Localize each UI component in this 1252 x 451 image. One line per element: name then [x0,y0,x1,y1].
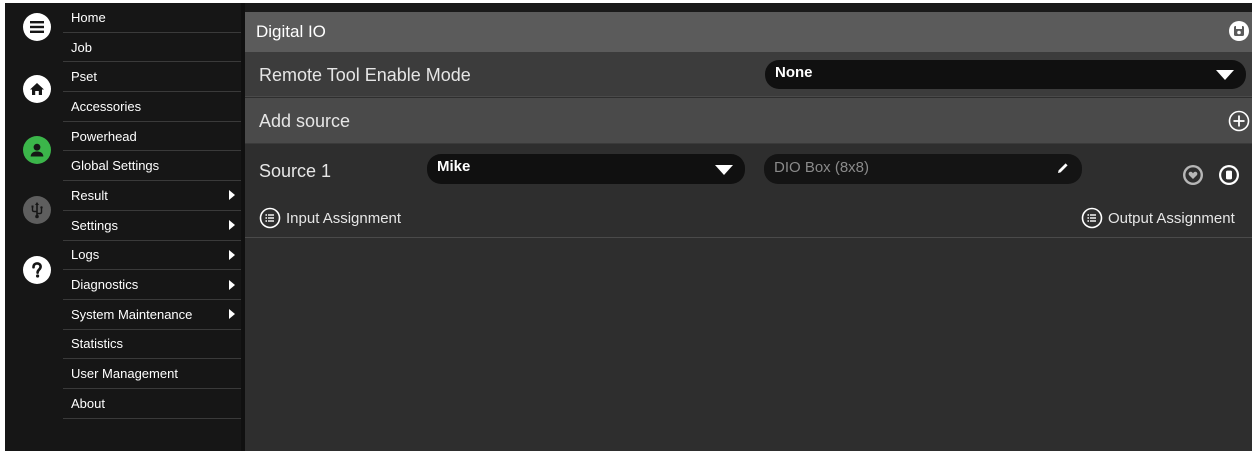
add-source-label: Add source [259,111,351,131]
source-label: Source 1 [259,161,332,181]
sidebar-item-label: Settings [71,217,118,233]
sidebar-item-user-management[interactable]: User Management [63,359,241,389]
sidebar-item-label: User Management [71,366,178,382]
sidebar-item-home[interactable]: Home [63,3,241,33]
sidebar-item-label: About [71,395,105,411]
sidebar-item-system-maintenance[interactable]: System Maintenance [63,300,241,330]
sidebar-menu: Home Job Pset Accessories Powerhead Glob… [63,3,241,451]
pencil-icon[interactable] [1056,161,1070,180]
source-name-select[interactable]: Mike [427,154,745,184]
remote-tool-label: Remote Tool Enable Mode [259,65,471,85]
source-row: Source 1 Mike DIO Box (8x8) [245,145,1252,193]
input-assignment-label: Input Assignment [286,209,402,227]
input-assignment-link[interactable]: Input Assignment [259,207,401,229]
sidebar-item-about[interactable]: About [63,389,241,419]
sidebar-item-logs[interactable]: Logs [63,241,241,271]
add-source-row[interactable]: Add source [245,98,1252,144]
remote-tool-row: Remote Tool Enable Mode None [245,52,1252,97]
sidebar-item-accessories[interactable]: Accessories [63,92,241,122]
sidebar-item-label: Pset [71,69,98,85]
sidebar-item-label: Accessories [71,98,142,114]
sidebar-item-label: Diagnostics [71,277,139,293]
menu-icon[interactable] [23,13,51,41]
output-assignment-link[interactable]: Output Assignment [1081,207,1235,229]
chevron-down-icon [1216,70,1234,80]
sidebar-item-label: Job [71,39,92,55]
top-band [245,3,1252,12]
chevron-down-icon [715,165,733,175]
sidebar-item-label: System Maintenance [71,306,193,322]
sidebar-item-pset[interactable]: Pset [63,62,241,93]
sidebar-item-label: Home [71,9,106,25]
source-device-field[interactable]: DIO Box (8x8) [764,154,1082,184]
main-panel: Digital IO Remote Tool Enable Mode None … [245,3,1252,451]
sidebar-item-settings[interactable]: Settings [63,211,241,241]
submenu-arrow-icon [229,249,235,260]
save-icon[interactable] [1228,20,1250,42]
page-title: Digital IO [256,22,326,41]
sidebar-item-job[interactable]: Job [63,33,241,63]
sidebar-item-result[interactable]: Result [63,181,241,211]
assignment-row: Input Assignment Output Assignment [245,198,1252,238]
sidebar-item-label: Powerhead [71,128,137,144]
sidebar-item-diagnostics[interactable]: Diagnostics [63,270,241,300]
usb-icon[interactable] [23,196,51,224]
submenu-arrow-icon [229,309,235,320]
sidebar-item-global-settings[interactable]: Global Settings [63,151,241,182]
remote-tool-value: None [775,64,813,81]
source-device-value: DIO Box (8x8) [774,159,870,176]
submenu-arrow-icon [229,279,235,290]
sidebar-item-label: Result [71,187,108,203]
list-icon [1081,207,1103,229]
favorite-icon[interactable] [1182,164,1204,191]
user-icon[interactable] [23,136,51,164]
add-circle-icon[interactable] [1228,110,1250,132]
source-name-value: Mike [437,158,471,175]
output-assignment-label: Output Assignment [1108,209,1235,227]
sidebar-item-label: Global Settings [71,158,160,174]
sidebar-item-statistics[interactable]: Statistics [63,330,241,360]
sidebar-item-powerhead[interactable]: Powerhead [63,122,241,152]
sidebar-item-label: Logs [71,247,100,263]
home-icon[interactable] [23,75,51,103]
icon-rail [5,3,63,451]
help-icon[interactable] [23,256,51,284]
title-bar: Digital IO [245,12,1252,52]
list-icon [259,207,281,229]
submenu-arrow-icon [229,190,235,201]
submenu-arrow-icon [229,220,235,231]
delete-icon[interactable] [1218,164,1240,191]
remote-tool-select[interactable]: None [765,60,1246,89]
sidebar-item-label: Statistics [71,336,124,352]
